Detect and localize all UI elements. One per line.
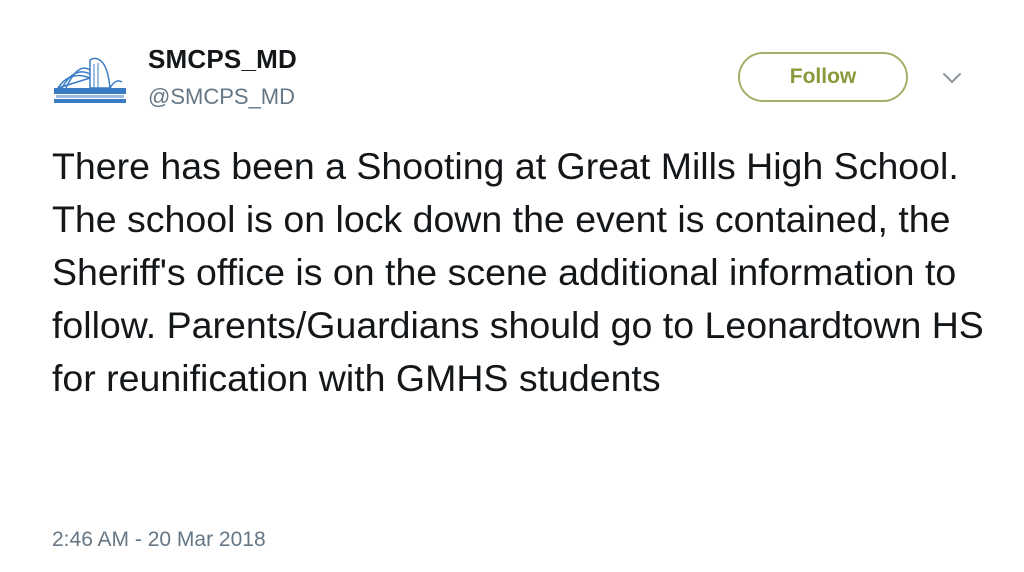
open-book-logo-icon[interactable] (50, 48, 132, 110)
display-name[interactable]: SMCPS_MD (148, 44, 297, 75)
chevron-down-icon[interactable] (940, 68, 964, 88)
follow-button[interactable]: Follow (738, 52, 908, 102)
tweet-text: There has been a Shooting at Great Mills… (52, 145, 984, 399)
tweet-timestamp[interactable]: 2:46 AM - 20 Mar 2018 (52, 528, 266, 552)
account-handle[interactable]: @SMCPS_MD (148, 84, 295, 110)
tweet-card: SMCPS_MD @SMCPS_MD Follow There has been… (0, 0, 1024, 572)
